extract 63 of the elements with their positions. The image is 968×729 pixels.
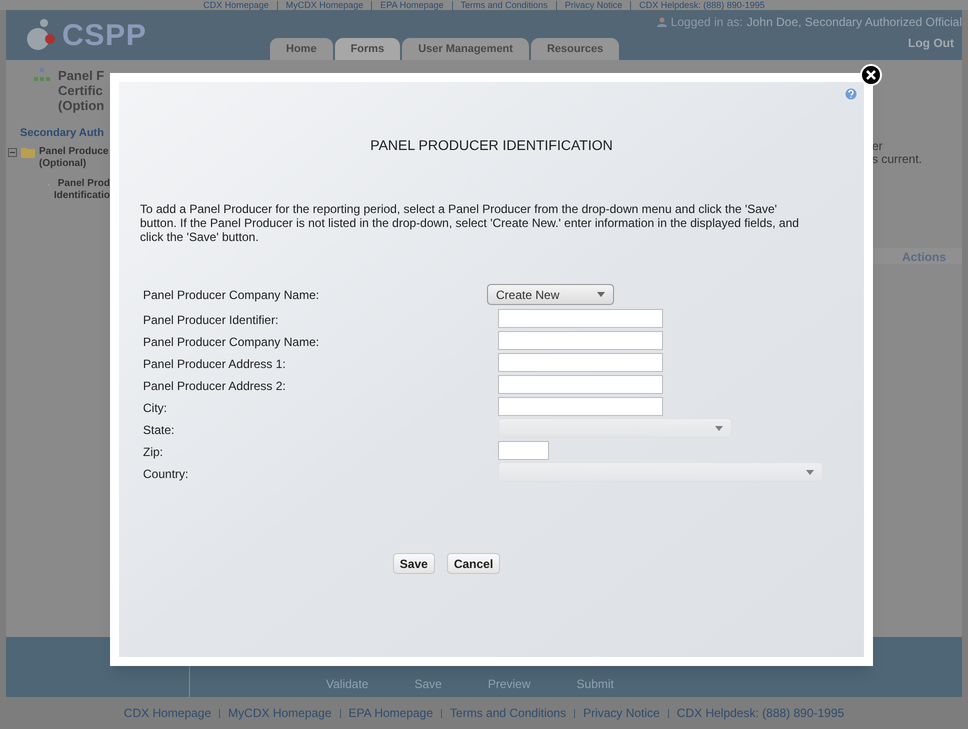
dialog-button[interactable]: Save [392, 553, 435, 574]
footer-link[interactable]: Privacy Notice [583, 704, 660, 722]
footer-link[interactable]: Terms and Conditions [450, 704, 566, 722]
logout-link[interactable]: Log Out [908, 34, 954, 52]
logged-in-label: Logged in as: [670, 14, 743, 31]
footer-link[interactable]: Terms and Conditions [460, 0, 548, 10]
field-label: Panel Producer Identifier: [142, 312, 280, 329]
text-field[interactable] [498, 352, 663, 372]
footer-link[interactable]: EPA Homepage [348, 704, 434, 722]
footer-link[interactable]: CDX Helpdesk: (888) 890-1995 [676, 704, 844, 722]
tree-item-sublabel: (Optional) [39, 158, 88, 170]
sidebar-title: Certific [58, 83, 104, 98]
tree-item-sublabel: Identificatio [54, 190, 110, 202]
user-icon [656, 17, 667, 27]
footer-link[interactable]: CDX Homepage [203, 0, 269, 10]
sidebar-title: (Option [58, 98, 104, 113]
nav-tab[interactable]: Forms [334, 38, 400, 60]
field-label: Country: [142, 466, 190, 483]
toolbar-button[interactable]: Preview [488, 675, 531, 693]
nav-tab[interactable]: Resources [530, 38, 620, 60]
field-label: Panel Producer Company Name: [142, 287, 320, 304]
tree-toggle-icon[interactable] [8, 148, 17, 156]
instructions-text: To add a Panel Producer for the reporting period, select a Panel Producer from the drop-down menu and click the 'Save' button. If the Panel Producer is not listed in the drop-down, select 'Create New.' enter information in the displayed fields, and click the 'Save' button. [140, 202, 800, 244]
modal-title: PANEL PRODUCER IDENTIFICATION [369, 136, 614, 155]
toolbar-button[interactable]: Validate [326, 675, 368, 693]
text-field[interactable] [498, 396, 663, 416]
footer-link[interactable]: EPA Homepage [380, 0, 444, 10]
user-name: John Doe, Secondary Authorized Official [746, 14, 962, 31]
close-icon [866, 70, 876, 80]
caret-icon [715, 426, 723, 430]
select-field[interactable] [498, 462, 823, 482]
toolbar-button[interactable]: Submit [576, 675, 614, 693]
field-label: City: [142, 400, 168, 417]
tree-item[interactable]: Panel Produce [39, 146, 108, 158]
footer-link[interactable]: CDX Helpdesk: (888) 890-1995 [639, 0, 765, 10]
field-label: Zip: [142, 444, 164, 461]
footer-link[interactable]: CDX Homepage [124, 704, 212, 722]
help-icon[interactable] [845, 88, 857, 100]
field-label: Panel Producer Address 2: [142, 378, 287, 395]
folder-icon [21, 146, 35, 158]
caret-icon [597, 292, 605, 297]
footer-link[interactable]: MyCDX Homepage [228, 704, 332, 722]
field-label: Panel Producer Address 1: [142, 356, 287, 373]
field-label: Panel Producer Company Name: [142, 334, 320, 351]
text-field[interactable] [498, 374, 663, 394]
select-field[interactable] [498, 418, 732, 438]
text-field[interactable] [498, 308, 663, 328]
caret-icon [806, 470, 814, 474]
field-label: State: [142, 422, 176, 439]
sidebar-title: Panel F [58, 68, 104, 83]
nav-tab[interactable]: User Management [402, 38, 529, 60]
toolbar-button[interactable]: Save [414, 675, 442, 693]
sidebar-section-heading: Secondary Auth [19, 126, 105, 141]
dialog-button[interactable]: Cancel [446, 553, 500, 574]
logo-text: CSPP [62, 18, 147, 54]
nav-tab[interactable]: Home [270, 38, 333, 60]
producer-dropdown[interactable]: Create New [487, 284, 614, 305]
zip-field[interactable] [498, 440, 549, 460]
footer-link[interactable]: Privacy Notice [564, 0, 622, 10]
tree-item[interactable]: Panel Prod [54, 178, 110, 190]
footer-link[interactable]: MyCDX Homepage [286, 0, 364, 10]
text-field[interactable] [498, 330, 663, 350]
hierarchy-icon [34, 68, 50, 82]
